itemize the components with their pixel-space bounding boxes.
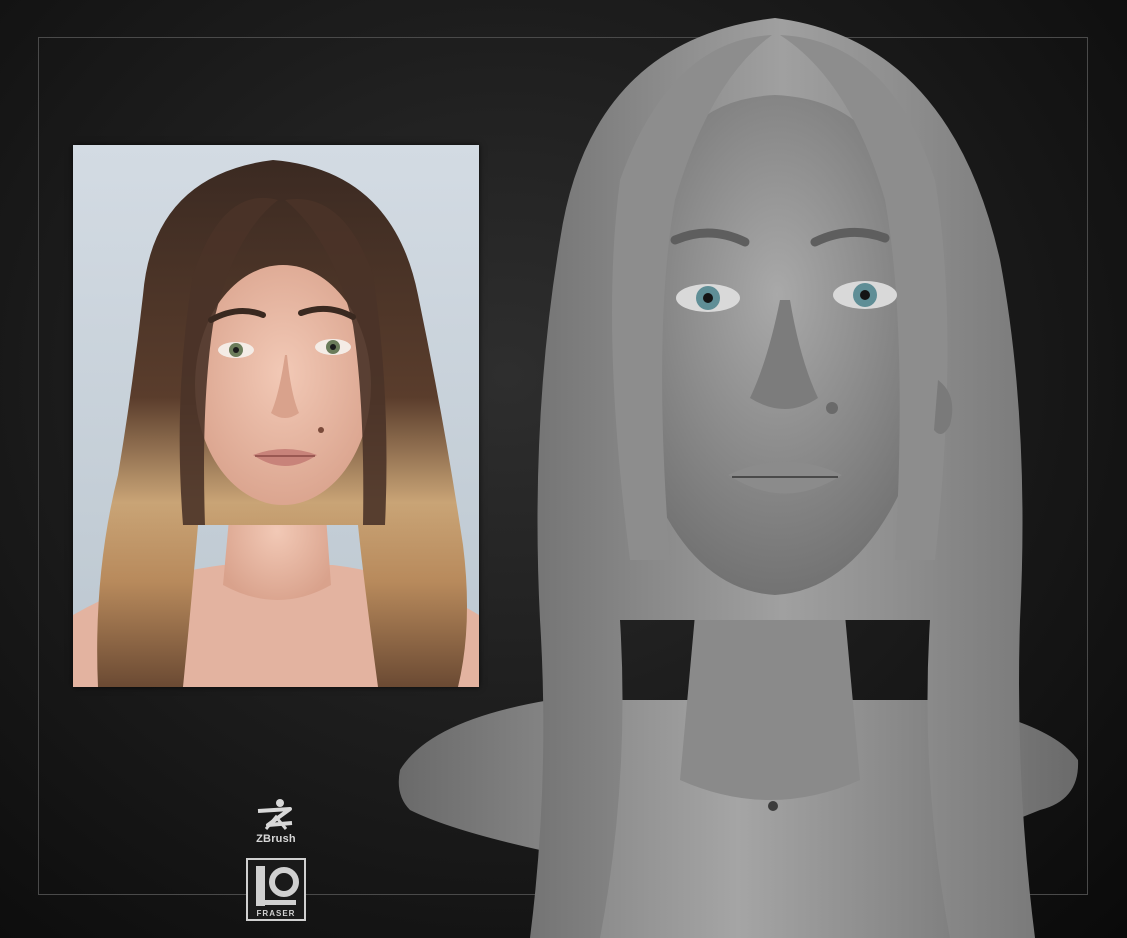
sculpt-render (390, 0, 1090, 938)
zbrush-label: ZBrush (256, 833, 296, 845)
svg-text:FRASER: FRASER (257, 909, 296, 918)
sculpt-render-art (398, 18, 1079, 938)
zbrush-figure-icon (257, 799, 293, 830)
fraser-logo-icon: FRASER (256, 866, 299, 918)
zbrush-logo: ZBrush (246, 797, 306, 849)
canvas: ZBrush FRASER (0, 0, 1127, 938)
fraser-logo: FRASER (246, 858, 306, 921)
